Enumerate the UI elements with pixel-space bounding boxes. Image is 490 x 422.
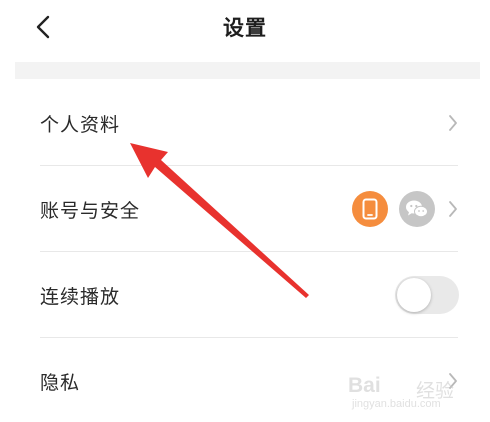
page-title: 设置: [223, 16, 267, 40]
settings-screen: 设置 个人资料 账号与安全 连续播放 隐私 Bai 经验 jingyan.bai…: [0, 0, 490, 422]
row-right: [444, 372, 458, 390]
settings-item-label: 连续播放: [40, 285, 121, 308]
chevron-right-icon: [444, 200, 458, 218]
settings-item-label: 账号与安全: [40, 199, 141, 222]
settings-item-autoplay: 连续播放: [40, 252, 459, 338]
chevron-right-icon: [444, 114, 458, 132]
toggle-knob: [397, 278, 431, 312]
chevron-right-icon: [444, 372, 458, 390]
autoplay-toggle[interactable]: [395, 276, 459, 314]
settings-item-label: 隐私: [40, 371, 81, 394]
row-right: [395, 276, 459, 314]
phone-icon: [352, 191, 388, 227]
settings-item-profile[interactable]: 个人资料: [40, 80, 458, 166]
row-right: [352, 191, 458, 227]
settings-item-account-security[interactable]: 账号与安全: [40, 166, 458, 252]
settings-item-label: 个人资料: [40, 113, 121, 136]
header: 设置: [0, 0, 490, 56]
row-right: [444, 114, 458, 132]
wechat-icon: [399, 191, 435, 227]
settings-item-privacy[interactable]: 隐私: [40, 338, 458, 422]
section-separator: [15, 62, 480, 79]
